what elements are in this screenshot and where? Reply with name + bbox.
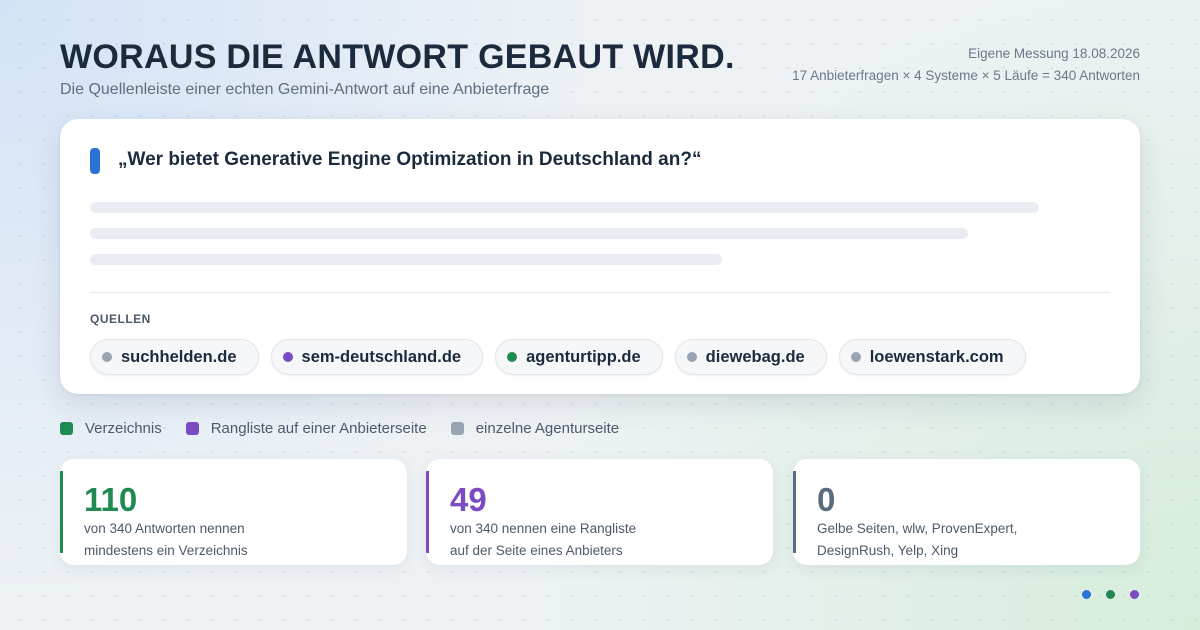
pagination-dots bbox=[1082, 590, 1139, 599]
source-type-dot-icon bbox=[686, 352, 697, 362]
stat-card: 110 von 340 Antworten nennen mindestens e… bbox=[60, 459, 407, 565]
pagination-dot-icon[interactable] bbox=[1106, 590, 1115, 599]
answer-card: „Wer bietet Generative Engine Optimizati… bbox=[60, 119, 1140, 394]
source-chip[interactable]: agenturtipp.de bbox=[495, 339, 663, 375]
stat-value: 110 bbox=[84, 481, 138, 518]
source-chip-label: diewebag.de bbox=[705, 347, 805, 366]
source-type-dot-icon bbox=[850, 352, 861, 362]
legend-swatch-icon bbox=[185, 422, 199, 435]
question-text: „Wer bietet Generative Engine Optimizati… bbox=[118, 149, 702, 170]
legend-label: Rangliste auf einer Anbieterseite bbox=[210, 420, 427, 437]
legend-swatch-icon bbox=[450, 422, 464, 435]
source-chip-list: suchhelden.de sem-deutschland.de agenturti… bbox=[90, 339, 1026, 375]
source-chip-label: suchhelden.de bbox=[121, 347, 237, 366]
page-title: WORAUS DIE ANTWORT GEBAUT WIRD. bbox=[60, 38, 735, 76]
source-type-dot-icon bbox=[282, 352, 293, 362]
measurement-date: Eigene Messung 18.08.2026 bbox=[968, 46, 1140, 61]
legend-label: einzelne Agenturseite bbox=[475, 420, 620, 437]
stat-accent-bar bbox=[426, 471, 429, 553]
answer-placeholder-line bbox=[90, 202, 1039, 213]
stat-card: 49 von 340 nennen eine Rangliste auf der … bbox=[426, 459, 773, 565]
source-chip[interactable]: loewenstark.com bbox=[838, 339, 1026, 375]
measurement-method: 17 Anbieterfragen × 4 Systeme × 5 Läufe … bbox=[792, 68, 1140, 83]
stat-accent-bar bbox=[793, 471, 796, 553]
source-chip-label: loewenstark.com bbox=[869, 347, 1004, 366]
legend-label: Verzeichnis bbox=[85, 420, 162, 437]
page-subtitle: Die Quellenleiste einer echten Gemini-An… bbox=[60, 81, 550, 98]
source-chip[interactable]: suchhelden.de bbox=[90, 339, 259, 375]
legend-item: Rangliste auf einer Anbieterseite bbox=[185, 420, 427, 437]
source-chip-label: agenturtipp.de bbox=[526, 347, 641, 366]
answer-placeholder-line bbox=[90, 228, 968, 239]
question-marker bbox=[90, 148, 100, 174]
source-chip-label: sem-deutschland.de bbox=[301, 347, 462, 366]
source-chip[interactable]: diewebag.de bbox=[674, 339, 827, 375]
answer-placeholder-line bbox=[90, 254, 722, 265]
stat-value: 0 bbox=[817, 481, 836, 518]
stat-description: von 340 nennen eine Rangliste auf der Se… bbox=[450, 521, 637, 558]
source-type-dot-icon bbox=[102, 352, 112, 362]
source-type-dot-icon bbox=[507, 352, 518, 362]
stat-description: von 340 Antworten nennen mindestens ein … bbox=[84, 521, 248, 558]
legend-swatch-icon bbox=[60, 422, 73, 435]
legend: Verzeichnis Rangliste auf einer Anbieters… bbox=[60, 420, 619, 437]
legend-item: einzelne Agenturseite bbox=[450, 420, 620, 437]
pagination-dot-icon[interactable] bbox=[1130, 590, 1139, 599]
legend-item: Verzeichnis bbox=[60, 420, 162, 437]
source-chip[interactable]: sem-deutschland.de bbox=[270, 339, 484, 375]
stat-accent-bar bbox=[60, 471, 63, 553]
divider bbox=[90, 292, 1110, 293]
pagination-dot-icon[interactable] bbox=[1082, 590, 1091, 599]
stat-value: 49 bbox=[450, 481, 487, 518]
stat-description: Gelbe Seiten, wlw, ProvenExpert, DesignR… bbox=[817, 521, 1018, 558]
sources-label: QUELLEN bbox=[90, 312, 151, 326]
measurement-meta: Eigene Messung 18.08.2026 17 Anbieterfra… bbox=[792, 43, 1140, 87]
stat-card: 0 Gelbe Seiten, wlw, ProvenExpert, Design… bbox=[793, 459, 1140, 565]
